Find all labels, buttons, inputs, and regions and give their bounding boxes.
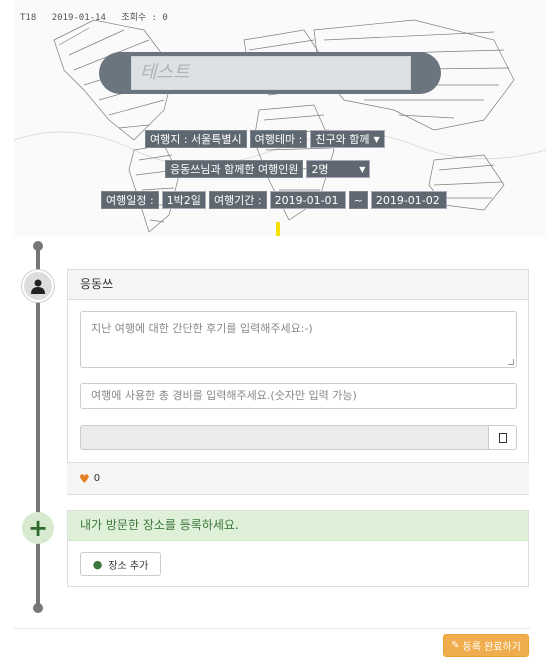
user-icon: [22, 270, 54, 302]
theme-value: 친구와 함께: [315, 133, 370, 146]
like-count: 0: [93, 472, 101, 484]
map-marker-icon: ●: [92, 557, 103, 571]
companion-select[interactable]: 2명 ▼: [306, 160, 371, 178]
resize-handle[interactable]: [508, 359, 514, 365]
submit-button[interactable]: ✎ 등록 완료하기: [443, 634, 529, 657]
destination-select[interactable]: 여행지 : 서울특별시: [145, 130, 247, 148]
submit-label: 등록 완료하기: [462, 642, 521, 653]
companion-label: 응동쓰님과 함께한 여행인원: [165, 160, 304, 178]
review-textarea[interactable]: 지난 여행에 대한 간단한 후기를 입력해주세요:-): [80, 311, 517, 368]
chevron-down-icon: ▼: [373, 135, 380, 144]
file-icon: [498, 432, 507, 443]
review-placeholder: 지난 여행에 대한 간단한 후기를 입력해주세요:-): [91, 322, 313, 335]
file-upload-button[interactable]: [488, 425, 517, 450]
plus-icon: +: [22, 512, 54, 544]
cost-input[interactable]: 여행에 사용한 총 경비를 입력해주세요.(숫자만 입력 가능): [80, 383, 517, 409]
post-id: T18: [20, 13, 37, 23]
post-date: 2019-01-14: [51, 13, 106, 23]
author-name: 응동쓰: [68, 270, 528, 300]
add-place-button[interactable]: ● 장소 추가: [80, 552, 161, 576]
file-path-field: [80, 425, 489, 450]
companion-value: 2명: [311, 163, 329, 176]
companion-row: 응동쓰님과 함께한 여행인원 2명 ▼: [165, 160, 371, 178]
period-label: 여행기간 :: [208, 191, 267, 209]
timeline-start-dot: [33, 241, 43, 251]
end-date-input[interactable]: 2019-01-02: [370, 191, 447, 209]
place-card-heading: 내가 방문한 장소를 등록하세요.: [68, 511, 528, 541]
theme-select[interactable]: 친구와 함께 ▼: [310, 130, 385, 148]
schedule-select[interactable]: 1박2일: [161, 191, 206, 209]
view-count: 조회수 : 0: [121, 13, 168, 23]
heart-icon[interactable]: ♥: [79, 463, 90, 495]
schedule-value: 1박2일: [166, 194, 201, 207]
timeline-end-dot: [33, 603, 43, 613]
chevron-down-icon: ▼: [359, 165, 366, 174]
start-date-input[interactable]: 2019-01-01: [269, 191, 346, 209]
schedule-row: 여행일정 : 1박2일 여행기간 : 2019-01-01 ~ 2019-01-…: [101, 191, 447, 209]
date-separator: ~: [348, 191, 368, 209]
theme-label: 여행테마 :: [249, 130, 308, 148]
footer-divider: [14, 628, 530, 629]
add-place-label: 장소 추가: [108, 560, 149, 572]
schedule-label: 여행일정 :: [101, 191, 159, 209]
pencil-icon: ✎: [451, 640, 460, 651]
post-meta: T18 2019-01-14 조회수 : 0: [20, 10, 178, 23]
destination-theme-row: 여행지 : 서울특별시 여행테마 : 친구와 함께 ▼: [145, 130, 385, 148]
like-row: ♥ 0: [67, 462, 529, 494]
title-input[interactable]: 테스트: [131, 56, 411, 90]
